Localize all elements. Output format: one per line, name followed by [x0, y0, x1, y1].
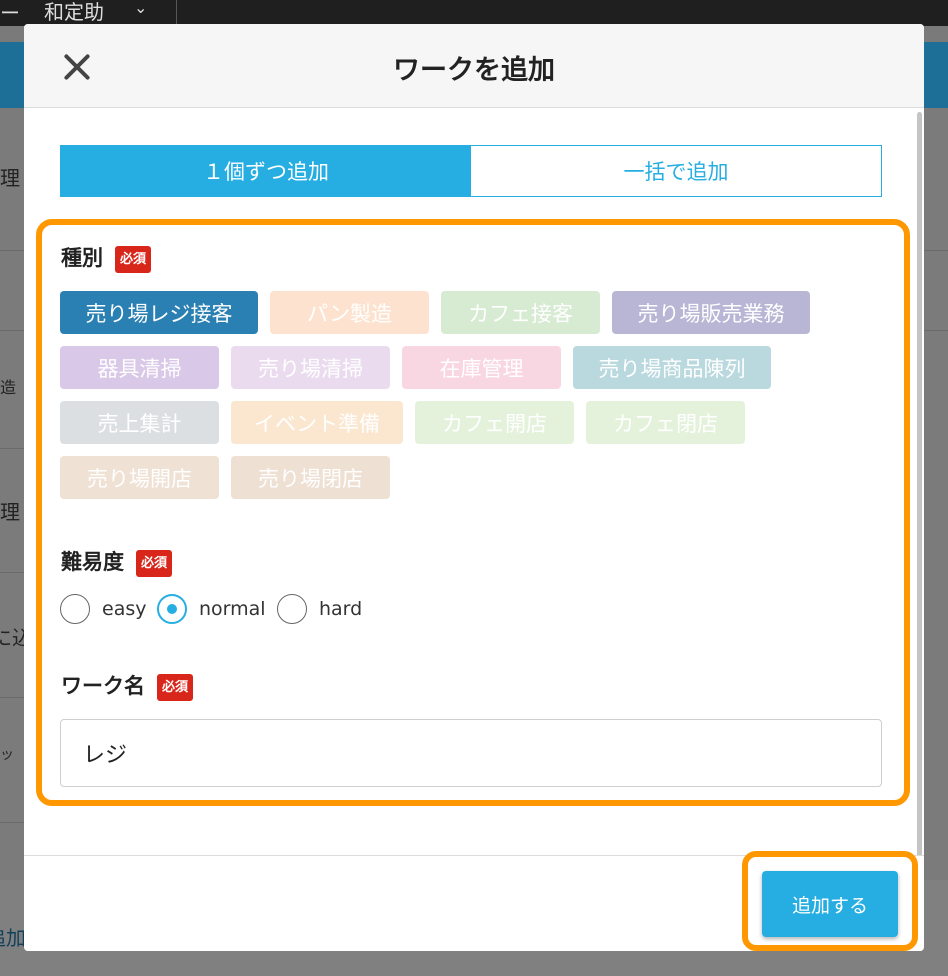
type-chip-floor-close[interactable]: 売り場閉店 [231, 456, 390, 499]
required-badge: 必須 [136, 549, 173, 577]
work-name-input[interactable] [60, 719, 882, 787]
background-footer-text: 追加 [0, 926, 26, 950]
radio-normal-circle[interactable] [157, 594, 187, 624]
radio-easy[interactable]: easy [60, 594, 146, 624]
background-divider [0, 572, 24, 573]
radio-easy-label: easy [102, 598, 147, 620]
background-divider [0, 448, 24, 449]
background-text: 理 [0, 500, 20, 524]
type-chip-floor-open[interactable]: 売り場開店 [60, 456, 219, 499]
type-chip-equipment-cleaning[interactable]: 器具清掃 [60, 346, 219, 389]
tab-add-one-by-one[interactable]: １個ずつ追加 [61, 146, 471, 196]
modal-header: ワークを追加 [24, 24, 924, 108]
background-divider [0, 697, 24, 698]
work-name-field-label: ワーク名 必須 [61, 670, 194, 701]
type-chip-register-service[interactable]: 売り場レジ接客 [60, 291, 258, 334]
chevron-down-icon: ⌄ [134, 0, 148, 17]
difficulty-field-label: 難易度 必須 [61, 546, 173, 577]
type-chip-cafe-close[interactable]: カフェ閉店 [586, 401, 745, 444]
type-chip-cafe-service[interactable]: カフェ接客 [441, 291, 600, 334]
type-chip-product-display[interactable]: 売り場商品陳列 [573, 346, 771, 389]
background-divider [176, 0, 177, 26]
background-text: 造 [0, 378, 17, 397]
radio-hard[interactable]: hard [277, 594, 362, 624]
background-text: 理 [0, 166, 20, 190]
background-divider [924, 330, 948, 331]
radio-hard-circle[interactable] [277, 594, 307, 624]
difficulty-label-text: 難易度 [61, 550, 124, 574]
background-divider [0, 822, 24, 823]
work-name-label-text: ワーク名 [61, 674, 145, 698]
required-badge: 必須 [157, 673, 194, 701]
background-topbar: ー 和定助 ⌄ [0, 0, 948, 26]
difficulty-radio-group: easy normal hard [60, 594, 460, 626]
type-chip-inventory[interactable]: 在庫管理 [402, 346, 561, 389]
scrollbar[interactable] [917, 112, 922, 864]
tab-bulk-add[interactable]: 一括で追加 [471, 146, 881, 196]
type-chip-sales-total[interactable]: 売上集計 [60, 401, 219, 444]
radio-normal-label: normal [199, 598, 266, 620]
type-chip-floor-cleaning[interactable]: 売り場清掃 [231, 346, 390, 389]
type-chip-cafe-open[interactable]: カフェ開店 [415, 401, 574, 444]
radio-normal[interactable]: normal [157, 594, 266, 624]
type-label-text: 種別 [61, 246, 103, 270]
background-user-name: 和定助 [44, 0, 104, 24]
background-divider [0, 330, 24, 331]
type-chip-bread-making[interactable]: パン製造 [270, 291, 429, 334]
radio-easy-circle[interactable] [60, 594, 90, 624]
background-divider [0, 250, 24, 251]
background-dash: ー [0, 1, 20, 25]
type-field-label: 種別 必須 [61, 242, 152, 273]
type-chip-event-prep[interactable]: イベント準備 [231, 401, 403, 444]
type-chip-sales-work[interactable]: 売り場販売業務 [612, 291, 810, 334]
required-badge: 必須 [115, 245, 152, 273]
add-button[interactable]: 追加する [762, 871, 898, 937]
add-mode-tabs: １個ずつ追加 一括で追加 [60, 145, 882, 197]
radio-hard-label: hard [319, 598, 363, 620]
add-work-modal: ワークを追加 １個ずつ追加 一括で追加 種別 必須 売り場レジ接客 パン製造 カフ… [24, 24, 924, 951]
background-text: ッ [0, 747, 14, 763]
modal-title: ワークを追加 [393, 55, 555, 86]
background-divider [924, 250, 948, 251]
